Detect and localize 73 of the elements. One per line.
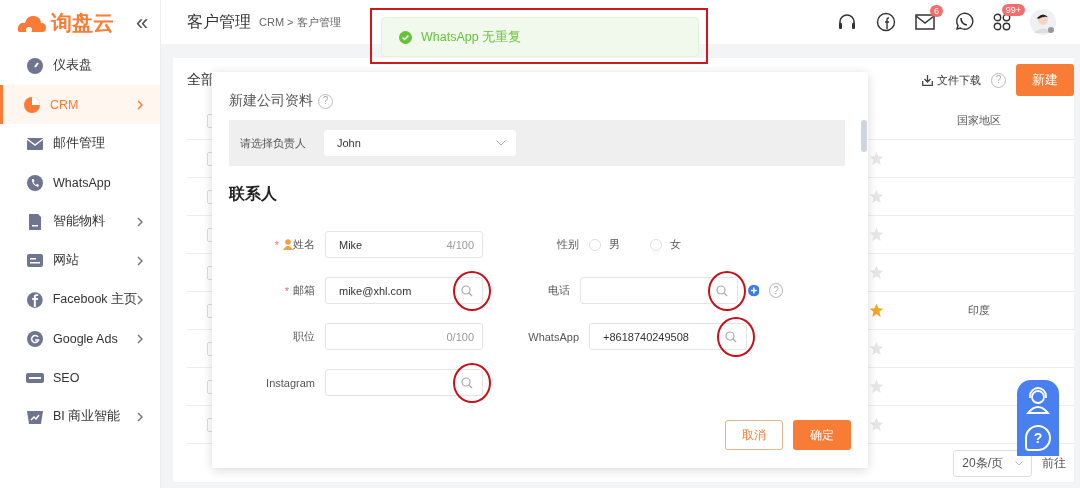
radio-option[interactable]: 男 (589, 237, 620, 252)
field-label: WhatsApp (527, 330, 579, 343)
mail-icon[interactable] (915, 14, 935, 30)
column-header: 国家地区 (956, 113, 1002, 128)
field-label: 电话 (546, 283, 570, 298)
sidebar-item[interactable]: Google Ads (0, 319, 160, 358)
owner-label: 请选择负责人 (240, 135, 306, 151)
nav-icon (26, 173, 44, 192)
star-icon[interactable] (869, 341, 884, 356)
star-icon[interactable] (869, 379, 884, 394)
sidebar-item[interactable]: 网站 (0, 241, 160, 280)
search-icon[interactable] (461, 284, 473, 297)
headset-icon[interactable] (837, 12, 857, 32)
add-icon[interactable] (747, 284, 760, 297)
check-circle-icon (399, 30, 412, 44)
notification-badge: 99+ (1001, 4, 1025, 16)
page-title: 客户管理 (187, 11, 251, 32)
input-field[interactable] (579, 277, 738, 304)
nav-icon (26, 212, 44, 231)
breadcrumb: CRM > 客户管理 (259, 14, 341, 30)
scrollbar-thumb[interactable] (861, 120, 867, 152)
whatsapp-icon[interactable] (954, 12, 974, 32)
toast-message: WhatsApp 无重复 (421, 28, 522, 46)
file-download-link[interactable]: 文件下载 (922, 72, 981, 88)
search-icon[interactable] (715, 284, 728, 297)
star-icon[interactable] (869, 151, 884, 166)
field-label: Instagram (265, 376, 315, 389)
star-icon[interactable] (869, 265, 884, 280)
table-cell: 印度 (968, 303, 990, 318)
avatar-icon[interactable] (1030, 9, 1056, 35)
apps-icon[interactable] (993, 13, 1011, 31)
collapse-button[interactable]: « (132, 12, 153, 34)
nav-icon (23, 95, 41, 114)
sidebar-item[interactable]: WhatsApp (0, 163, 160, 202)
sidebar-item[interactable]: 仪表盘 (0, 46, 160, 85)
dialog-title: 新建公司资料 (229, 92, 313, 110)
nav-icon (26, 56, 44, 75)
input-field[interactable]: mike@xhl.com (325, 277, 483, 304)
notification-badge: 6 (930, 5, 943, 17)
nav-icon (26, 251, 44, 270)
star-icon[interactable] (869, 189, 884, 204)
sidebar-item[interactable]: 邮件管理 (0, 124, 160, 163)
caret-icon (496, 140, 506, 146)
download-icon (922, 74, 933, 86)
nav-icon (26, 290, 44, 309)
brand-logo: 询盘云 (51, 10, 114, 36)
input-field[interactable]: +8618740249508 (589, 323, 747, 350)
field-label: * 姓名 (273, 237, 315, 252)
nav-icon (26, 329, 44, 348)
sidebar-item[interactable]: SEO (0, 358, 160, 397)
caret-icon (1015, 460, 1023, 466)
char-counter: 0/100 (446, 330, 475, 343)
star-icon[interactable] (869, 417, 884, 432)
input-field[interactable]: Mike 4/100 (325, 231, 483, 258)
sidebar-item[interactable]: BI 商业智能 (0, 397, 160, 436)
search-icon[interactable] (725, 330, 737, 343)
star-icon[interactable] (869, 227, 884, 242)
field-label: 性别 (556, 237, 579, 252)
input-field[interactable] (325, 369, 483, 396)
field-label: 职位 (292, 329, 315, 344)
support-agent-icon[interactable] (1025, 385, 1051, 414)
sidebar-item[interactable]: Facebook 主页 (0, 280, 160, 319)
section-heading: 联系人 (229, 184, 278, 204)
char-counter: 4/100 (446, 238, 475, 251)
field-label: * 邮箱 (283, 283, 315, 298)
star-icon[interactable] (869, 303, 884, 318)
search-icon[interactable] (461, 376, 473, 389)
sidebar-item[interactable]: 智能物料 (0, 202, 160, 241)
radio-option[interactable]: 女 (650, 237, 681, 252)
goto-label: 前往 (1042, 454, 1066, 472)
owner-select[interactable]: John (324, 130, 516, 156)
facebook-icon[interactable] (876, 12, 896, 32)
help-chat-icon[interactable]: ? (1025, 424, 1051, 451)
